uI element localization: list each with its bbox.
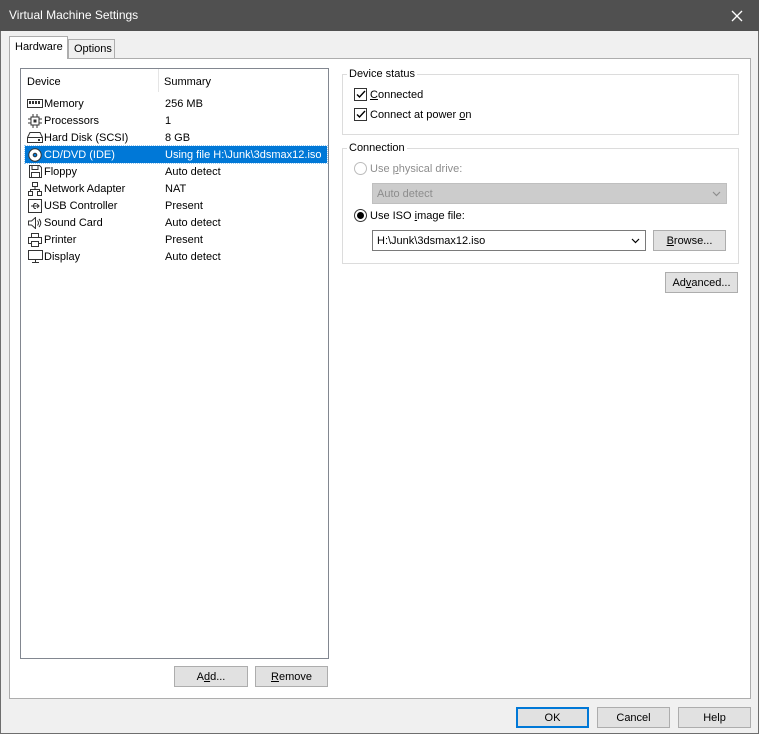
tab-options[interactable]: Options	[68, 39, 115, 59]
tab-label: Hardware	[15, 41, 63, 53]
device-summary: NAT	[165, 182, 187, 195]
button-label: Remove	[271, 670, 312, 683]
speaker-icon	[27, 215, 43, 230]
device-row-network-adapter[interactable]: Network Adapter NAT	[25, 180, 327, 197]
column-header-device[interactable]: Device	[27, 76, 61, 88]
connect-at-power-on-checkbox[interactable]: Connect at power on	[354, 108, 472, 121]
device-name: Printer	[44, 233, 77, 246]
close-icon	[731, 10, 743, 21]
device-name: Floppy	[44, 165, 78, 178]
device-name: Display	[44, 250, 81, 263]
hard-disk-icon	[27, 130, 43, 145]
button-label: OK	[544, 711, 561, 724]
use-iso-image-radio[interactable]: Use ISO image file:	[354, 209, 465, 222]
device-status-title: Device status	[347, 68, 418, 80]
iso-path-combobox[interactable]: H:\Junk\3dsmax12.iso	[372, 230, 646, 251]
device-name: Memory	[44, 97, 84, 110]
device-summary: Auto detect	[165, 165, 221, 178]
column-header-summary[interactable]: Summary	[164, 76, 211, 88]
connected-checkbox[interactable]: Connected	[354, 88, 423, 101]
device-list[interactable]: Device Summary Memory 256 MB Processors …	[20, 68, 329, 659]
device-status-group	[342, 74, 739, 135]
device-row-printer[interactable]: Printer Present	[25, 231, 327, 248]
cancel-button[interactable]: Cancel	[597, 707, 670, 728]
device-row-floppy[interactable]: Floppy Auto detect	[25, 163, 327, 180]
use-physical-drive-radio[interactable]: Use physical drive:	[354, 162, 462, 175]
radio-label: Use physical drive:	[370, 162, 463, 175]
radio-label: Use ISO image file:	[370, 209, 465, 222]
chevron-down-icon[interactable]	[629, 234, 642, 247]
connection-title: Connection	[347, 142, 407, 154]
device-row-memory[interactable]: Memory 256 MB	[25, 95, 327, 112]
device-row-usb-controller[interactable]: USB Controller Present	[25, 197, 327, 214]
device-summary: Present	[165, 199, 203, 212]
iso-path-value: H:\Junk\3dsmax12.iso	[377, 234, 486, 247]
device-name: USB Controller	[44, 199, 118, 212]
device-row-sound-card[interactable]: Sound Card Auto detect	[25, 214, 327, 231]
radio-button-icon	[354, 162, 367, 175]
checkbox-label: Connect at power on	[370, 108, 472, 121]
checkmark-icon	[354, 88, 367, 101]
cd-dvd-icon	[27, 147, 43, 162]
button-label: Browse...	[666, 234, 713, 247]
window-title: Virtual Machine Settings	[9, 8, 139, 22]
device-summary: 256 MB	[165, 97, 203, 110]
floppy-icon	[27, 164, 43, 179]
chevron-down-icon	[712, 191, 721, 197]
device-name: Sound Card	[44, 216, 103, 229]
physical-drive-select[interactable]: Auto detect	[372, 183, 727, 204]
ok-button[interactable]: OK	[516, 707, 589, 728]
select-value: Auto detect	[377, 187, 433, 200]
browse-button[interactable]: Browse...	[653, 230, 726, 251]
device-summary: 8 GB	[165, 131, 191, 144]
device-name: Network Adapter	[44, 182, 126, 195]
button-label: Advanced...	[672, 276, 731, 289]
display-icon	[27, 249, 43, 264]
tab-label: Options	[74, 43, 112, 55]
radio-button-icon	[354, 209, 367, 222]
title-bar: Virtual Machine Settings	[0, 0, 759, 31]
device-row-cd-dvd[interactable]: CD/DVD (IDE) Using file H:\Junk\3dsmax12…	[24, 145, 328, 164]
device-name: CD/DVD (IDE)	[44, 148, 115, 161]
button-label: Help	[703, 711, 726, 724]
device-summary: Using file H:\Junk\3dsmax12.iso	[165, 148, 322, 161]
device-summary: Auto detect	[165, 216, 221, 229]
device-row-display[interactable]: Display Auto detect	[25, 248, 327, 265]
device-summary: 1	[165, 114, 172, 127]
add-button[interactable]: Add...	[174, 666, 248, 687]
device-row-hard-disk[interactable]: Hard Disk (SCSI) 8 GB	[25, 129, 327, 146]
network-adapter-icon	[27, 181, 43, 196]
device-summary: Auto detect	[165, 250, 221, 263]
button-label: Add...	[196, 670, 226, 683]
device-name: Processors	[44, 114, 100, 127]
list-header: Device Summary	[21, 69, 328, 92]
column-separator[interactable]	[158, 69, 159, 92]
close-button[interactable]	[715, 0, 759, 31]
tab-hardware[interactable]: Hardware	[9, 36, 68, 59]
memory-icon	[27, 96, 43, 111]
advanced-button[interactable]: Advanced...	[665, 272, 738, 293]
usb-icon	[27, 198, 43, 213]
processor-icon	[27, 113, 43, 128]
checkbox-label: Connected	[370, 88, 424, 101]
device-name: Hard Disk (SCSI)	[44, 131, 129, 144]
device-row-processors[interactable]: Processors 1	[25, 112, 327, 129]
checkmark-icon	[354, 108, 367, 121]
printer-icon	[27, 232, 43, 247]
device-summary: Present	[165, 233, 203, 246]
button-label: Cancel	[616, 711, 651, 724]
remove-button[interactable]: Remove	[255, 666, 328, 687]
help-button[interactable]: Help	[678, 707, 751, 728]
